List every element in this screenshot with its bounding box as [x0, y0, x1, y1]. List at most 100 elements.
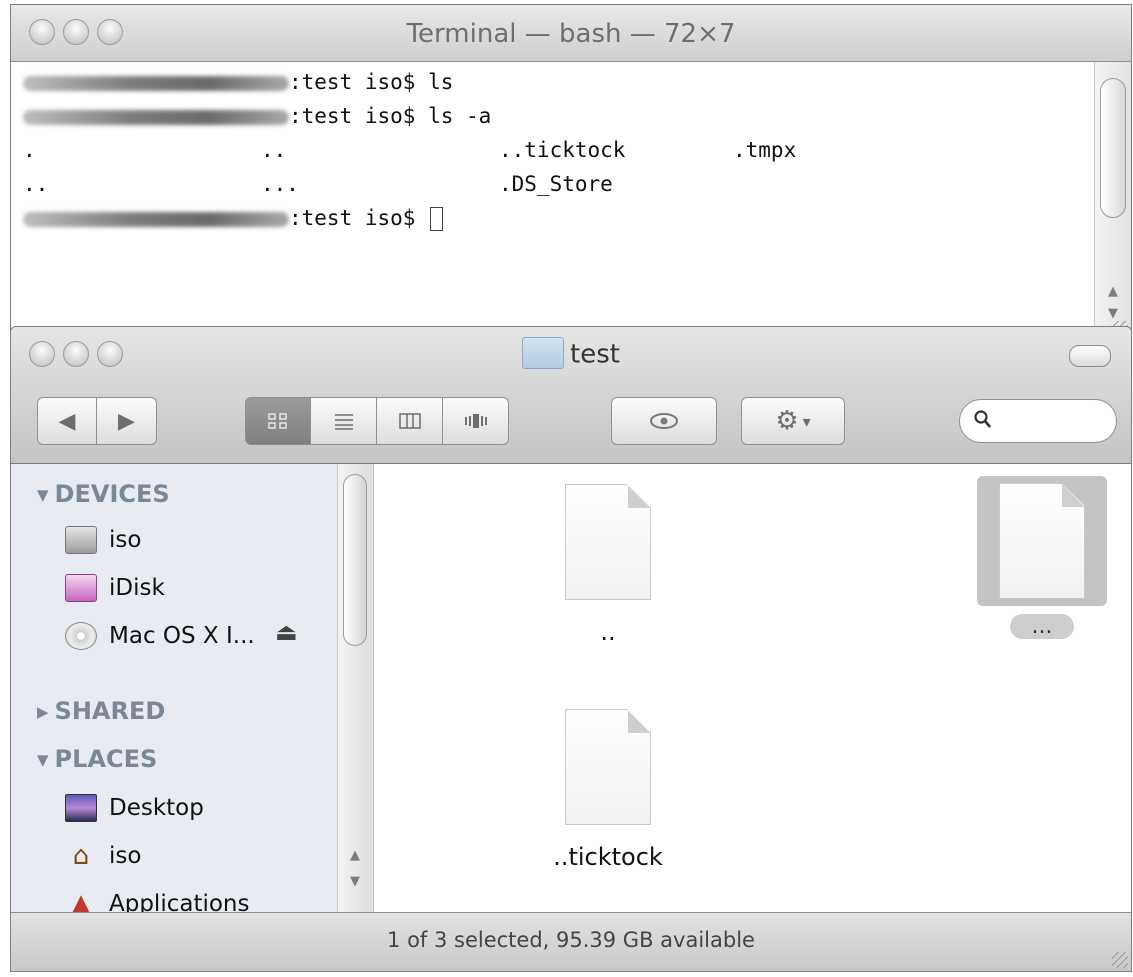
home-icon: ⌂: [72, 841, 90, 871]
listing-entry: ..: [261, 138, 287, 162]
terminal-line: :test iso$ ls -a: [23, 104, 491, 134]
sidebar-item-mac-os-x-install[interactable]: Mac OS X I...: [65, 618, 255, 654]
sidebar-section-label: PLACES: [54, 745, 158, 773]
finder-title-label: test: [570, 339, 620, 370]
gear-icon: ⚙: [775, 406, 799, 436]
search-input[interactable]: [1002, 408, 1106, 436]
document-icon: [565, 709, 651, 825]
terminal-window: Terminal — bash — 72×7 :test iso$ ls :te…: [10, 4, 1132, 340]
terminal-titlebar: Terminal — bash — 72×7: [11, 5, 1131, 62]
command: ls: [428, 70, 454, 94]
sidebar-item-label: Desktop: [109, 795, 204, 821]
column-view-icon: [398, 413, 421, 429]
resize-grip-icon[interactable]: [1112, 952, 1128, 968]
status-bar: 1 of 3 selected, 95.39 GB available: [11, 912, 1131, 971]
action-group: ⚙ ▾: [741, 397, 845, 445]
back-button[interactable]: ◀: [37, 397, 97, 445]
sidebar-item-label: iso: [109, 527, 142, 553]
scroll-down-arrow-icon[interactable]: ▼: [1095, 306, 1131, 321]
eye-icon: [650, 413, 678, 429]
quick-look-button[interactable]: [611, 397, 717, 445]
sidebar-section-shared[interactable]: ▶ SHARED: [37, 697, 165, 725]
sidebar-item-applications[interactable]: ▲ Applications: [65, 886, 250, 913]
scroll-down-arrow-icon[interactable]: ▼: [338, 874, 372, 889]
sidebar-item-label: Mac OS X I...: [109, 623, 255, 649]
document-icon: [565, 484, 651, 600]
view-buttons: [245, 397, 509, 445]
listing-entry: .: [23, 138, 36, 162]
sidebar-item-desktop[interactable]: Desktop: [65, 790, 204, 826]
sidebar-section-label: DEVICES: [54, 480, 170, 508]
file-name: ..: [600, 618, 616, 646]
list-view-button[interactable]: [311, 397, 377, 445]
terminal-listing-row: .. ... .DS_Store: [23, 172, 923, 202]
eject-icon[interactable]: ⏏: [275, 618, 298, 646]
disclosure-open-icon: ▼: [37, 751, 49, 769]
prompt: :test iso$: [289, 104, 416, 128]
terminal-listing-row: . .. ..ticktock .tmpx: [23, 138, 923, 168]
selection-highlight: [977, 476, 1107, 606]
sidebar-section-label: SHARED: [54, 697, 166, 725]
sidebar-section-devices[interactable]: ▼ DEVICES: [37, 480, 170, 508]
action-menu-button[interactable]: ⚙ ▾: [741, 397, 845, 445]
sidebar-item-home[interactable]: ⌂ iso: [65, 838, 142, 874]
file-name: ...: [1009, 614, 1075, 639]
caret-down-icon: ▾: [802, 411, 811, 431]
sidebar-item-label: Applications: [109, 891, 250, 913]
disclosure-open-icon: ▼: [37, 486, 49, 504]
forward-arrow-icon: ▶: [118, 408, 135, 434]
scroll-thumb[interactable]: [343, 474, 367, 646]
finder-window: test ◀ ▶ ⚙ ▾ ▼ DEVICES iso iDisk Mac OS …: [10, 326, 1132, 972]
column-view-button[interactable]: [377, 397, 443, 445]
sidebar-item-label: iDisk: [109, 575, 165, 601]
hard-drive-icon: [65, 526, 97, 554]
status-text: 1 of 3 selected, 95.39 GB available: [387, 928, 755, 952]
coverflow-view-button[interactable]: [443, 397, 509, 445]
forward-button[interactable]: ▶: [97, 397, 157, 445]
idisk-icon: [65, 574, 97, 602]
document-icon: [999, 483, 1085, 599]
listing-entry: ..ticktock: [499, 138, 626, 162]
terminal-line: :test iso$: [23, 206, 444, 236]
icon-view-icon: [268, 413, 287, 429]
sidebar-item-iso-drive[interactable]: iso: [65, 522, 141, 558]
folder-icon: [522, 337, 565, 369]
file-item[interactable]: ..ticktock: [518, 709, 698, 871]
toolbar-toggle-button[interactable]: [1069, 345, 1111, 367]
sidebar-section-places[interactable]: ▼ PLACES: [37, 745, 157, 773]
finder-title: test: [11, 337, 1131, 371]
redacted-hostname: [23, 109, 289, 125]
prompt: :test iso$: [289, 206, 416, 230]
list-view-icon: [334, 414, 353, 430]
terminal-line: :test iso$ ls: [23, 70, 453, 100]
listing-entry: ..: [23, 172, 49, 196]
command: ls -a: [428, 104, 492, 128]
file-icon-view[interactable]: .. ... ..ticktock: [374, 464, 1131, 913]
file-item[interactable]: ..: [518, 484, 698, 646]
search-field[interactable]: [959, 399, 1117, 443]
sidebar: ▼ DEVICES iso iDisk Mac OS X I... ⏏ ▶ SHAR…: [11, 464, 374, 913]
scroll-thumb[interactable]: [1100, 78, 1126, 218]
terminal-scrollbar[interactable]: ▲ ▼: [1094, 62, 1131, 340]
disclosure-closed-icon: ▶: [37, 703, 49, 721]
listing-entry: .tmpx: [733, 138, 797, 162]
icon-view-button[interactable]: [245, 397, 311, 445]
desktop-icon: [65, 794, 97, 822]
terminal-output[interactable]: :test iso$ ls :test iso$ ls -a . .. ..ti…: [11, 62, 1095, 340]
cd-icon: [65, 622, 97, 650]
terminal-title: Terminal — bash — 72×7: [406, 19, 736, 49]
coverflow-view-icon: [464, 414, 487, 428]
listing-entry: .DS_Store: [499, 172, 613, 196]
file-item-selected[interactable]: ...: [952, 476, 1131, 639]
file-name: ..ticktock: [553, 843, 663, 871]
prompt: :test iso$: [289, 70, 416, 94]
sidebar-item-label: iso: [109, 843, 142, 869]
search-icon: [974, 410, 992, 435]
scroll-up-arrow-icon[interactable]: ▲: [1095, 284, 1131, 299]
finder-titlebar: test ◀ ▶ ⚙ ▾: [11, 327, 1131, 464]
sidebar-scrollbar[interactable]: ▲ ▼: [337, 464, 372, 913]
redacted-hostname: [23, 75, 289, 91]
quicklook-group: [611, 397, 717, 445]
scroll-up-arrow-icon[interactable]: ▲: [338, 848, 372, 863]
sidebar-item-idisk[interactable]: iDisk: [65, 570, 165, 606]
